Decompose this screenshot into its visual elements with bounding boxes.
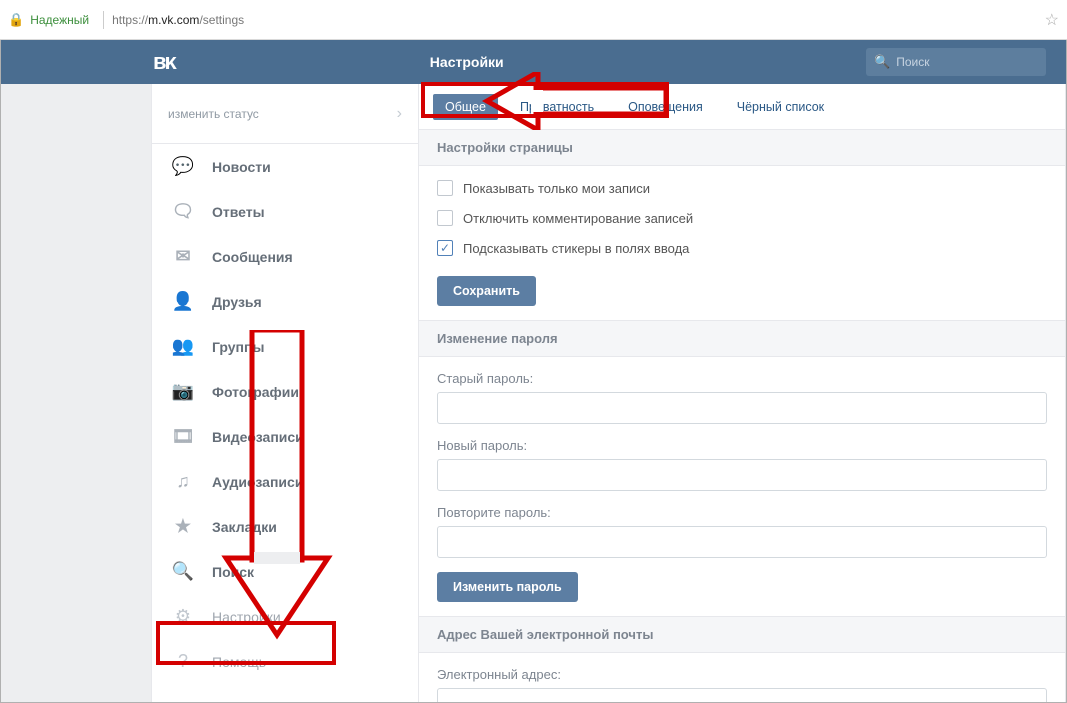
film-icon: 🎞 bbox=[172, 426, 194, 448]
sidebar-item-news[interactable]: 💬 Новости bbox=[152, 144, 418, 189]
secure-label: Надежный bbox=[30, 13, 89, 27]
url-prefix: https:// bbox=[112, 13, 148, 27]
speech-bubble-icon: 💬 bbox=[172, 156, 194, 178]
person-icon: 👤 bbox=[172, 291, 194, 313]
sidebar-item-search[interactable]: 🔍 Поиск bbox=[152, 549, 418, 594]
sidebar-item-label: Видеозаписи bbox=[212, 429, 304, 445]
music-note-icon: ♫ bbox=[172, 471, 194, 493]
bookmark-star-icon[interactable]: ☆ bbox=[1045, 10, 1059, 30]
email-label: Электронный адрес: bbox=[437, 667, 1047, 682]
star-icon: ★ bbox=[172, 516, 194, 538]
sidebar-item-label: Закладки bbox=[212, 519, 277, 535]
repeat-password-label: Повторите пароль: bbox=[437, 505, 1047, 520]
sidebar-item-bookmarks[interactable]: ★ Закладки bbox=[152, 504, 418, 549]
sidebar-item-label: Группы bbox=[212, 339, 264, 355]
page-title: Настройки bbox=[430, 54, 504, 70]
checkbox-icon[interactable] bbox=[437, 180, 453, 196]
sidebar-item-groups[interactable]: 👥 Группы bbox=[152, 324, 418, 369]
settings-tabs: Общее Приватность Оповещения Чёрный спис… bbox=[419, 84, 1065, 130]
sidebar-item-replies[interactable]: 🗨 Ответы bbox=[152, 189, 418, 234]
sidebar: изменить статус › 💬 Новости 🗨 Ответы ✉ С… bbox=[151, 84, 419, 702]
change-password-button[interactable]: Изменить пароль bbox=[437, 572, 578, 602]
search-box[interactable]: 🔍 bbox=[866, 48, 1046, 76]
url-domain: m.vk.com bbox=[148, 13, 199, 27]
replies-icon: 🗨 bbox=[172, 201, 194, 223]
chevron-right-icon: › bbox=[397, 105, 402, 123]
new-password-input[interactable] bbox=[437, 459, 1047, 491]
url-display[interactable]: https://m.vk.com/settings bbox=[112, 13, 244, 27]
magnifier-icon: 🔍 bbox=[172, 561, 194, 583]
status-row[interactable]: изменить статус › bbox=[152, 84, 418, 144]
tab-blacklist[interactable]: Чёрный список bbox=[725, 94, 836, 120]
sidebar-item-label: Фотографии bbox=[212, 384, 299, 400]
option-suggest-stickers[interactable]: ✓ Подсказывать стикеры в полях ввода bbox=[437, 240, 1047, 256]
sidebar-item-label: Настройки bbox=[212, 609, 281, 625]
camera-icon: 📷 bbox=[172, 381, 194, 403]
option-label: Отключить комментирование записей bbox=[463, 211, 693, 226]
sidebar-item-videos[interactable]: 🎞 Видеозаписи bbox=[152, 414, 418, 459]
sidebar-item-help[interactable]: ? Помощь bbox=[152, 639, 418, 684]
main-panel: Общее Приватность Оповещения Чёрный спис… bbox=[419, 84, 1066, 702]
sidebar-item-photos[interactable]: 📷 Фотографии bbox=[152, 369, 418, 414]
sidebar-item-friends[interactable]: 👤 Друзья bbox=[152, 279, 418, 324]
option-only-my-posts[interactable]: Показывать только мои записи bbox=[437, 180, 1047, 196]
old-password-label: Старый пароль: bbox=[437, 371, 1047, 386]
section-body-password: Старый пароль: Новый пароль: Повторите п… bbox=[419, 357, 1065, 616]
tab-notifications[interactable]: Оповещения bbox=[616, 94, 715, 120]
sidebar-item-label: Поиск bbox=[212, 564, 254, 580]
section-body-email: Электронный адрес: Сохранить адрес bbox=[419, 653, 1065, 702]
option-label: Показывать только мои записи bbox=[463, 181, 650, 196]
search-icon: 🔍 bbox=[874, 54, 890, 70]
sidebar-item-label: Друзья bbox=[212, 294, 262, 310]
option-disable-comments[interactable]: Отключить комментирование записей bbox=[437, 210, 1047, 226]
sidebar-item-label: Ответы bbox=[212, 204, 265, 220]
section-header-email: Адрес Вашей электронной почты bbox=[419, 616, 1065, 653]
envelope-icon: ✉ bbox=[172, 246, 194, 268]
save-button[interactable]: Сохранить bbox=[437, 276, 536, 306]
checkbox-checked-icon[interactable]: ✓ bbox=[437, 240, 453, 256]
search-input[interactable] bbox=[896, 55, 1038, 69]
sidebar-item-messages[interactable]: ✉ Сообщения bbox=[152, 234, 418, 279]
vk-header: вκ Настройки 🔍 bbox=[1, 40, 1066, 84]
sidebar-item-label: Сообщения bbox=[212, 249, 293, 265]
status-label: изменить статус bbox=[168, 107, 259, 121]
browser-address-bar: 🔒 Надежный https://m.vk.com/settings ☆ bbox=[0, 0, 1067, 40]
section-body-page-settings: Показывать только мои записи Отключить к… bbox=[419, 166, 1065, 320]
sidebar-item-label: Аудиозаписи bbox=[212, 474, 303, 490]
vk-logo[interactable]: вκ bbox=[153, 49, 175, 75]
sidebar-item-label: Новости bbox=[212, 159, 271, 175]
sidebar-item-audio[interactable]: ♫ Аудиозаписи bbox=[152, 459, 418, 504]
email-input[interactable] bbox=[437, 688, 1047, 702]
lock-icon: 🔒 bbox=[8, 12, 24, 28]
help-icon: ? bbox=[172, 651, 194, 673]
gear-icon: ⚙ bbox=[172, 606, 194, 628]
url-path: /settings bbox=[199, 13, 244, 27]
checkbox-icon[interactable] bbox=[437, 210, 453, 226]
new-password-label: Новый пароль: bbox=[437, 438, 1047, 453]
tab-general[interactable]: Общее bbox=[433, 94, 498, 120]
sidebar-item-settings[interactable]: ⚙ Настройки bbox=[152, 594, 418, 639]
sidebar-item-label: Помощь bbox=[212, 654, 266, 670]
people-icon: 👥 bbox=[172, 336, 194, 358]
tab-privacy[interactable]: Приватность bbox=[508, 94, 606, 120]
divider bbox=[103, 11, 104, 29]
section-header-password: Изменение пароля bbox=[419, 320, 1065, 357]
option-label: Подсказывать стикеры в полях ввода bbox=[463, 241, 689, 256]
section-header-page-settings: Настройки страницы bbox=[419, 130, 1065, 166]
repeat-password-input[interactable] bbox=[437, 526, 1047, 558]
old-password-input[interactable] bbox=[437, 392, 1047, 424]
